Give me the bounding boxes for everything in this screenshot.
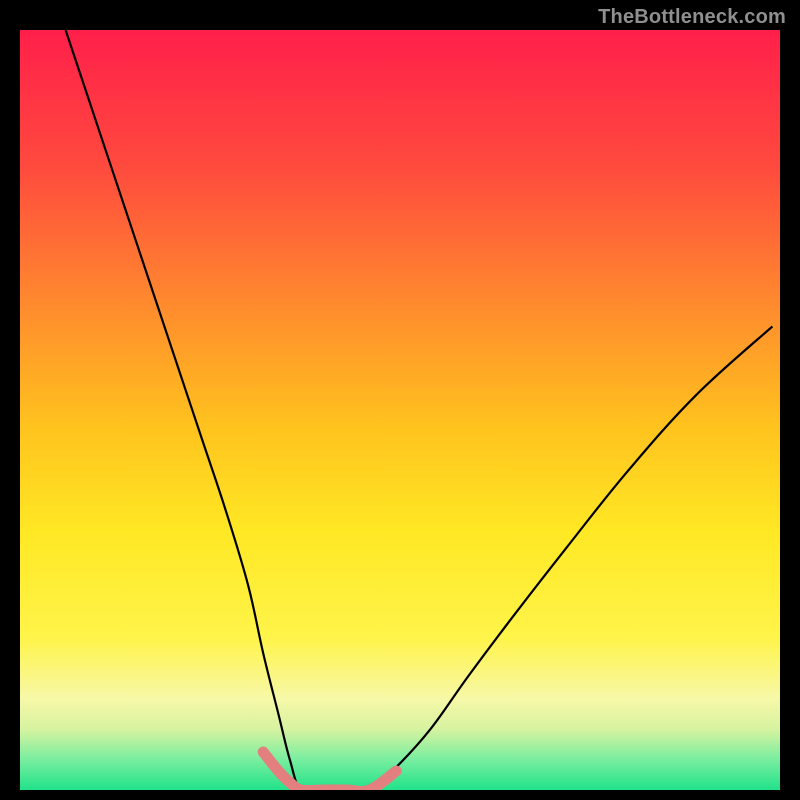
chart-frame: { "watermark": "TheBottleneck.com", "cha… bbox=[0, 0, 800, 800]
gradient-background bbox=[20, 30, 780, 790]
bottleneck-chart bbox=[0, 0, 800, 800]
watermark-label: TheBottleneck.com bbox=[598, 6, 786, 29]
